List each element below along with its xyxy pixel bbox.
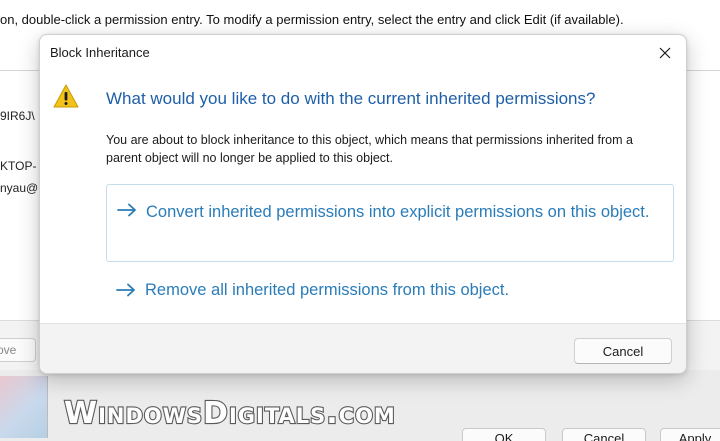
instruction-text: on, double-click a permission entry. To … xyxy=(0,12,624,27)
description-text: You are about to block inheritance to th… xyxy=(106,133,633,165)
arrow-right-icon xyxy=(117,203,136,217)
arrow-right-icon xyxy=(116,283,135,297)
dialog-footer: Cancel xyxy=(40,323,686,373)
warning-icon xyxy=(53,84,79,108)
main-question: What would you like to do with the curre… xyxy=(106,89,596,108)
convert-permissions-label: Convert inherited permissions into expli… xyxy=(146,203,650,221)
block-inheritance-dialog: Block Inheritance What would you like to… xyxy=(39,34,687,374)
remove-permissions-label: Remove all inherited permissions from th… xyxy=(145,281,510,299)
remove-button[interactable]: ove xyxy=(0,338,36,362)
remove-permissions-option[interactable]: Remove all inherited permissions from th… xyxy=(106,271,674,311)
convert-permissions-option[interactable]: Convert inherited permissions into expli… xyxy=(106,184,674,262)
thumbnail-image xyxy=(0,376,48,438)
close-button[interactable] xyxy=(650,39,680,67)
cancel-button[interactable]: Cancel xyxy=(574,338,672,364)
list-border xyxy=(686,70,720,330)
background-cancel-button[interactable]: Cancel xyxy=(562,428,646,441)
dialog-title: Block Inheritance xyxy=(50,45,150,60)
ok-button[interactable]: OK xyxy=(462,428,546,441)
close-icon xyxy=(659,47,671,59)
title-bar[interactable]: Block Inheritance xyxy=(40,35,686,71)
apply-button[interactable]: Apply xyxy=(660,428,720,441)
